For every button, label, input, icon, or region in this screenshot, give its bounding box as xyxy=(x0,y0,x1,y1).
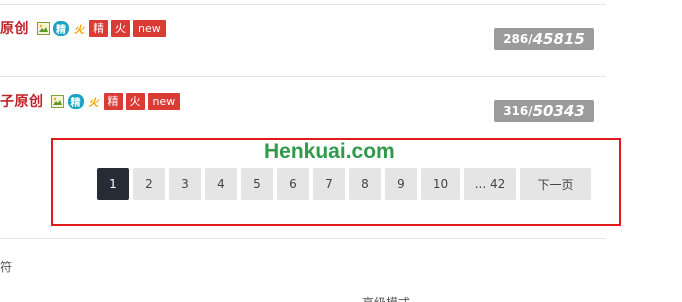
view-count: 45815 xyxy=(532,30,585,48)
page-button[interactable]: 9 xyxy=(385,168,417,200)
page-button[interactable]: 6 xyxy=(277,168,309,200)
pagination: 1 2 3 4 5 6 7 8 9 10 ... 42 下一页 xyxy=(97,168,591,200)
page-button[interactable]: 7 xyxy=(313,168,345,200)
reply-count: 316/ xyxy=(503,104,533,118)
page-button[interactable]: 3 xyxy=(169,168,201,200)
page-button[interactable]: 2 xyxy=(133,168,165,200)
thread-title[interactable]: 子原创 xyxy=(0,91,44,111)
view-count: 50343 xyxy=(532,102,585,120)
next-page-button[interactable]: 下一页 xyxy=(520,168,591,200)
digest-tag: 精 xyxy=(103,92,123,110)
digest-tag: 精 xyxy=(89,19,108,37)
hot-tag: 火 xyxy=(125,92,145,110)
page-button-current[interactable]: 1 xyxy=(97,168,129,200)
thread-row-2[interactable]: 子原创 精 火 精 火 new xyxy=(0,91,181,111)
footer-label: 符 xyxy=(0,260,13,274)
hot-icon: 火 xyxy=(74,24,84,36)
reply-count: 286/ xyxy=(503,32,533,46)
thread-title[interactable]: 原创 xyxy=(0,18,29,38)
hot-tag: 火 xyxy=(111,19,130,37)
page-button[interactable]: 4 xyxy=(205,168,237,200)
thread-stats: 286/ 45815 xyxy=(494,28,594,50)
page-button[interactable]: 8 xyxy=(349,168,381,200)
hot-icon: 火 xyxy=(88,97,99,109)
watermark-text: Henkuai.com xyxy=(264,140,395,163)
section-divider xyxy=(0,238,606,239)
image-icon xyxy=(51,94,65,108)
page-button[interactable]: 10 xyxy=(421,168,460,200)
new-tag: new xyxy=(133,19,166,37)
digest-icon: 精 xyxy=(53,20,69,36)
thread-row-1[interactable]: 原创 精 火 精 火 new xyxy=(0,18,166,38)
page-button-last[interactable]: ... 42 xyxy=(464,168,516,200)
top-divider xyxy=(0,4,606,5)
advanced-mode-link[interactable]: 高级模式 xyxy=(362,294,410,302)
new-tag: new xyxy=(147,92,181,110)
thread-stats: 316/ 50343 xyxy=(494,100,594,122)
digest-icon: 精 xyxy=(67,93,84,109)
row-divider xyxy=(0,76,606,77)
image-icon xyxy=(36,21,50,35)
page-button[interactable]: 5 xyxy=(241,168,273,200)
